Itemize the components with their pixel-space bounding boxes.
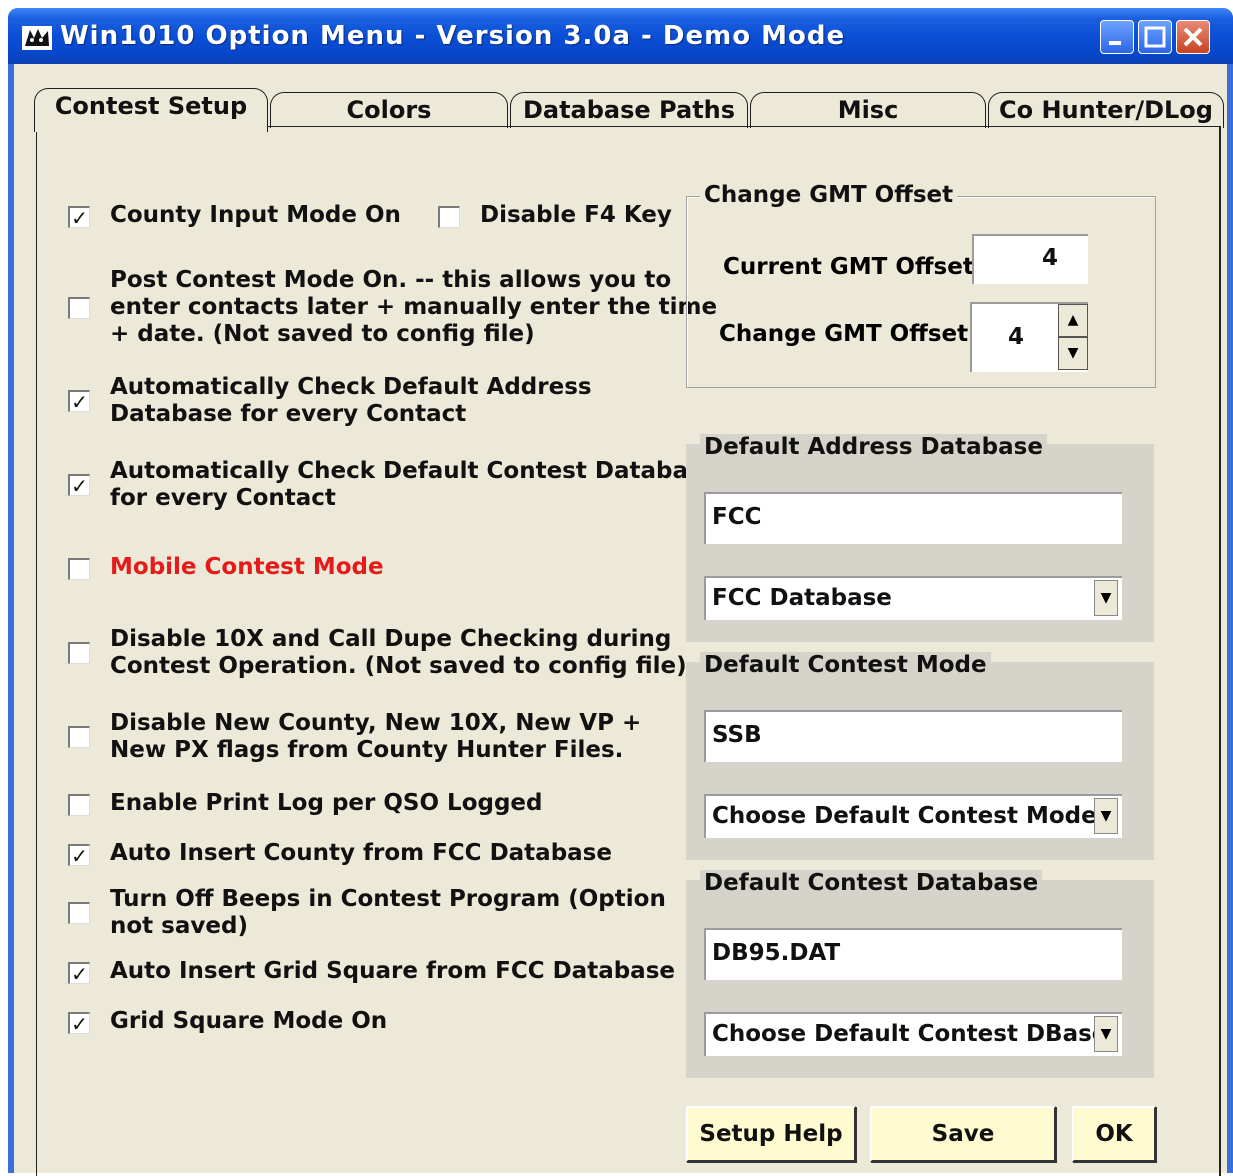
option-label: Auto Insert County from FCC Database [110,840,612,866]
select-value: Choose Default Contest DBase [712,1021,1108,1047]
address-db-dropdown-button[interactable]: ▼ [1094,580,1118,616]
select-value: Choose Default Contest Mode [712,803,1097,829]
option-label: Mobile Contest Mode [110,554,384,580]
change-gmt-label: Change GMT Offset [719,321,969,347]
checkbox[interactable] [68,902,90,924]
option-label: Disable New County, New 10X, New VP + Ne… [110,710,642,763]
tab-label: Database Paths [522,96,736,124]
option-label: Automatically Check Default Contest Data… [110,458,718,511]
option-label: Disable F4 Key [480,202,672,228]
tab-label: Co Hunter/DLog [999,96,1213,124]
checkbox[interactable] [68,726,90,748]
ok-button[interactable]: OK [1072,1106,1156,1162]
contest-mode-group-title: Default Contest Mode [700,652,991,678]
close-button[interactable] [1176,20,1210,54]
contest-mode-field[interactable]: SSB [704,710,1122,762]
tab-colors[interactable]: Colors [270,92,508,128]
tab-database-paths[interactable]: Database Paths [510,92,748,128]
gmt-group-title: Change GMT Offset [700,182,958,208]
app-window: Win1010 Option Menu - Version 3.0a - Dem… [8,8,1233,1176]
tab-bar: Contest Setup Colors Database Paths Misc… [34,88,1224,132]
current-gmt-field[interactable]: 4 [972,234,1088,284]
chevron-down-icon: ▼ [1100,808,1112,824]
tab-contest-setup[interactable]: Contest Setup [34,88,268,132]
chevron-down-icon: ▼ [1100,1026,1112,1042]
current-gmt-label: Current GMT Offset [723,254,974,280]
maximize-button[interactable] [1138,20,1172,54]
checkbox[interactable] [68,794,90,816]
checkbox[interactable]: ✓ [68,474,90,496]
app-icon [22,26,52,50]
chevron-down-icon: ▼ [1100,590,1112,606]
checkbox[interactable] [68,642,90,664]
tab-co-hunter-dlog[interactable]: Co Hunter/DLog [988,92,1224,128]
maximize-icon [1144,26,1166,48]
contest-db-group-title: Default Contest Database [700,870,1043,896]
contest-db-field[interactable]: DB95.DAT [704,928,1122,980]
tab-label: Colors [346,96,432,124]
contest-mode-dropdown-button[interactable]: ▼ [1094,798,1118,834]
arrow-down-icon: ▼ [1067,345,1079,361]
contest-db-dropdown-button[interactable]: ▼ [1094,1016,1118,1052]
option-label: Disable 10X and Call Dupe Checking durin… [110,626,687,679]
address-db-group-title: Default Address Database [700,434,1047,460]
minimize-icon [1109,41,1121,45]
checkbox[interactable] [68,558,90,580]
option-label: Post Contest Mode On. -- this allows you… [110,267,718,347]
address-db-field[interactable]: FCC [704,492,1122,544]
option-label: Auto Insert Grid Square from FCC Databas… [110,958,675,984]
minimize-button[interactable] [1100,20,1134,54]
tab-label: Misc [837,96,899,124]
checkbox[interactable]: ✓ [68,962,90,984]
setup-help-button[interactable]: Setup Help [686,1106,856,1162]
checkbox[interactable] [438,206,460,228]
contest-mode-select[interactable]: Choose Default Contest Mode [704,794,1122,838]
spin-down-button[interactable]: ▼ [1058,337,1088,370]
option-label: Grid Square Mode On [110,1008,388,1034]
tab-misc[interactable]: Misc [750,92,986,128]
contest-db-select[interactable]: Choose Default Contest DBase [704,1012,1122,1056]
option-label: County Input Mode On [110,202,401,228]
arrow-up-icon: ▲ [1067,312,1079,328]
dialog-content: Contest Setup Colors Database Paths Misc… [14,64,1227,1176]
option-label: Enable Print Log per QSO Logged [110,790,543,816]
address-db-select[interactable]: FCC Database [704,576,1122,620]
select-value: FCC Database [712,585,892,611]
checkbox[interactable]: ✓ [68,390,90,412]
checkbox[interactable]: ✓ [68,206,90,228]
option-label: Turn Off Beeps in Contest Program (Optio… [110,886,666,939]
close-icon [1183,27,1203,47]
checkbox[interactable]: ✓ [68,1012,90,1034]
spin-up-button[interactable]: ▲ [1058,304,1088,337]
option-label: Automatically Check Default Address Data… [110,374,592,427]
checkbox[interactable]: ✓ [68,844,90,866]
window-title: Win1010 Option Menu - Version 3.0a - Dem… [60,21,846,51]
save-button[interactable]: Save [870,1106,1056,1162]
title-bar[interactable]: Win1010 Option Menu - Version 3.0a - Dem… [8,8,1233,64]
checkbox[interactable] [68,297,90,319]
tab-label: Contest Setup [54,92,248,120]
